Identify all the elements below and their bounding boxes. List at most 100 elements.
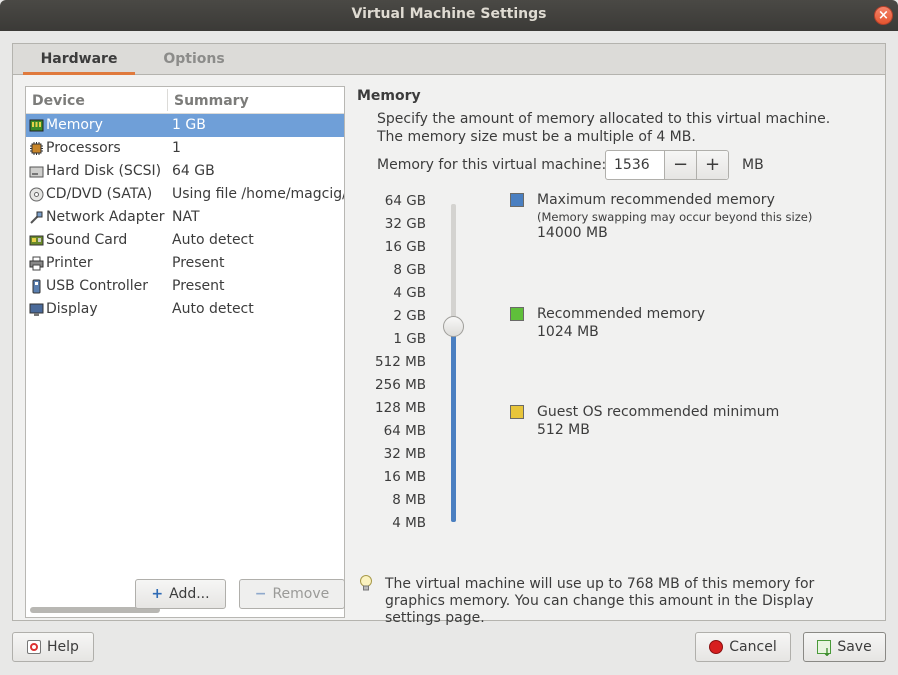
device-name: Hard Disk (SCSI) xyxy=(46,163,162,179)
tab-bar: Hardware Options xyxy=(13,44,885,75)
cancel-label: Cancel xyxy=(729,639,777,655)
device-list-header: Device Summary xyxy=(26,87,344,114)
lightbulb-icon xyxy=(360,575,372,591)
processor-icon xyxy=(30,142,43,155)
guest-minimum-value: 512 MB xyxy=(537,422,590,438)
remove-device-button[interactable]: − Remove xyxy=(239,579,345,609)
max-recommended-note: (Memory swapping may occur beyond this s… xyxy=(537,210,813,224)
device-row-sound-card[interactable]: Sound Card Auto detect xyxy=(26,229,344,252)
minus-icon: − xyxy=(254,586,267,602)
window-titlebar: Virtual Machine Settings × xyxy=(0,0,898,31)
device-row-printer[interactable]: Printer Present xyxy=(26,252,344,275)
recommended-swatch xyxy=(510,307,524,321)
tab-options[interactable]: Options xyxy=(139,44,249,75)
help-label: Help xyxy=(47,639,79,655)
memory-scale-tick: 32 GB xyxy=(384,216,426,232)
device-name: Sound Card xyxy=(46,232,128,248)
cancel-button[interactable]: Cancel xyxy=(695,632,791,662)
stop-icon xyxy=(709,640,724,654)
plus-icon: + xyxy=(151,586,164,602)
settings-notebook: Hardware Options Device Summary Memory 1… xyxy=(12,43,886,626)
column-device[interactable]: Device xyxy=(32,93,85,109)
memory-decrement-button[interactable]: − xyxy=(664,151,696,179)
printer-icon xyxy=(29,256,44,271)
section-title: Memory xyxy=(357,88,421,104)
device-name: Processors xyxy=(46,140,121,156)
device-row-hard-disk[interactable]: Hard Disk (SCSI) 64 GB xyxy=(26,160,344,183)
add-device-label: Add... xyxy=(169,586,210,602)
memory-scale-tick: 16 GB xyxy=(384,239,426,255)
window-title: Virtual Machine Settings xyxy=(351,6,547,22)
max-recommended-title: Maximum recommended memory xyxy=(537,192,775,208)
device-summary: 1 GB xyxy=(172,117,206,133)
memory-scale-tick: 128 MB xyxy=(375,400,426,416)
memory-scale-tick: 8 MB xyxy=(392,492,426,508)
sound-card-icon xyxy=(29,235,44,246)
memory-slider-knob[interactable] xyxy=(443,316,464,337)
memory-unit-label: MB xyxy=(742,157,764,173)
memory-icon xyxy=(29,119,44,132)
device-name: Printer xyxy=(46,255,93,271)
memory-value-input[interactable]: 1536 xyxy=(614,157,650,173)
close-button[interactable]: × xyxy=(874,6,893,25)
help-button[interactable]: Help xyxy=(12,632,94,662)
device-summary: Using file /home/magcig/Do xyxy=(172,186,344,202)
device-row-display[interactable]: Display Auto detect xyxy=(26,298,344,321)
device-list[interactable]: Device Summary Memory 1 GB Processors 1 … xyxy=(25,86,345,618)
memory-scale-tick: 4 GB xyxy=(393,285,426,301)
device-name: CD/DVD (SATA) xyxy=(46,186,153,202)
max-recommended-swatch xyxy=(510,193,524,207)
network-adapter-icon xyxy=(30,211,43,224)
memory-scale-tick: 32 MB xyxy=(383,446,426,462)
device-summary: Present xyxy=(172,255,225,271)
memory-scale-tick: 4 MB xyxy=(392,515,426,531)
recommended-title: Recommended memory xyxy=(537,306,706,322)
add-device-button[interactable]: + Add... xyxy=(135,579,226,609)
device-name: Network Adapter xyxy=(46,209,165,225)
hard-disk-icon xyxy=(29,166,44,178)
cd-dvd-icon xyxy=(29,187,44,202)
column-summary[interactable]: Summary xyxy=(174,93,249,109)
help-icon xyxy=(27,640,42,654)
save-label: Save xyxy=(837,639,872,655)
device-name: Display xyxy=(46,301,98,317)
memory-slider-fill xyxy=(451,326,456,522)
recommended-value: 1024 MB xyxy=(537,324,599,340)
save-icon: ↓ xyxy=(817,640,832,659)
device-summary: 1 xyxy=(172,140,181,156)
device-name: USB Controller xyxy=(46,278,149,294)
graphics-memory-info: The virtual machine will use up to 768 M… xyxy=(385,576,815,626)
memory-scale-tick: 512 MB xyxy=(375,354,426,370)
memory-scale-tick: 2 GB xyxy=(393,308,426,324)
remove-device-label: Remove xyxy=(272,586,330,602)
guest-minimum-swatch xyxy=(510,405,524,419)
memory-scale-tick: 1 GB xyxy=(393,331,426,347)
device-row-memory[interactable]: Memory 1 GB xyxy=(26,114,344,137)
guest-minimum-title: Guest OS recommended minimum xyxy=(537,404,780,420)
memory-increment-button[interactable]: + xyxy=(696,151,728,179)
column-separator xyxy=(167,89,168,111)
memory-scale-tick: 16 MB xyxy=(383,469,426,485)
device-row-usb-controller[interactable]: USB Controller Present xyxy=(26,275,344,298)
device-row-network-adapter[interactable]: Network Adapter NAT xyxy=(26,206,344,229)
memory-field-label: Memory for this virtual machine: xyxy=(377,157,607,173)
device-summary: 64 GB xyxy=(172,163,215,179)
tab-hardware[interactable]: Hardware xyxy=(23,44,135,75)
memory-description: Specify the amount of memory allocated t… xyxy=(377,111,831,145)
device-summary: Present xyxy=(172,278,225,294)
memory-scale-tick: 64 MB xyxy=(383,423,426,439)
device-row-cd-dvd[interactable]: CD/DVD (SATA) Using file /home/magcig/Do xyxy=(26,183,344,206)
device-name: Memory xyxy=(46,117,103,133)
save-button[interactable]: ↓ Save xyxy=(803,632,886,662)
device-summary: NAT xyxy=(172,209,200,225)
memory-spinbutton[interactable]: 1536 − + xyxy=(605,150,729,180)
max-recommended-value: 14000 MB xyxy=(537,225,608,241)
device-summary: Auto detect xyxy=(172,232,254,248)
memory-scale-tick: 256 MB xyxy=(375,377,426,393)
device-row-processors[interactable]: Processors 1 xyxy=(26,137,344,160)
usb-controller-icon xyxy=(32,279,41,294)
device-summary: Auto detect xyxy=(172,301,254,317)
display-icon xyxy=(29,303,44,316)
memory-scale-tick: 64 GB xyxy=(384,193,426,209)
memory-scale-tick: 8 GB xyxy=(393,262,426,278)
